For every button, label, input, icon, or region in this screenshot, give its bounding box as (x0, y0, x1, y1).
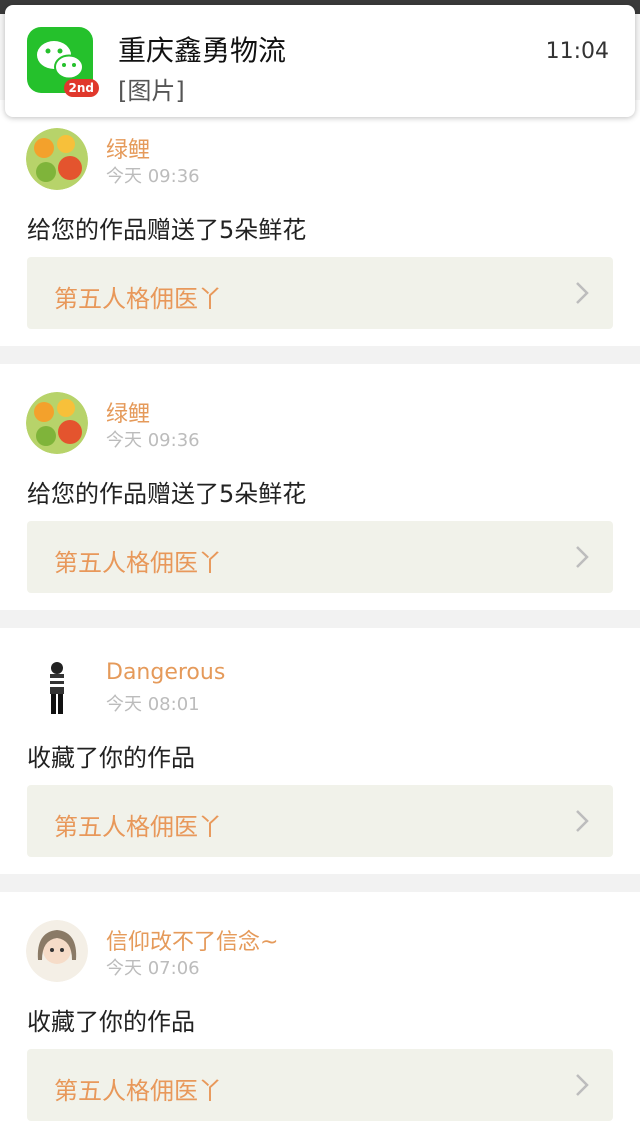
message-card: Dangerous 今天 08:01 收藏了你的作品 第五人格佣医丫 (0, 628, 640, 874)
message-card: 绿鲤 今天 09:36 给您的作品赠送了5朵鲜花 第五人格佣医丫 (0, 364, 640, 610)
timestamp: 今天 09:36 (106, 166, 200, 187)
timestamp: 今天 09:36 (106, 430, 200, 451)
action-text: 收藏了你的作品 (27, 1008, 195, 1036)
action-text: 给您的作品赠送了5朵鲜花 (27, 480, 307, 508)
work-title: 第五人格佣医丫 (54, 285, 222, 313)
wechat-app-icon: 2nd (27, 27, 99, 97)
work-link[interactable]: 第五人格佣医丫 (27, 521, 613, 593)
notification-banner[interactable]: 2nd 重庆鑫勇物流 [图片] 11:04 (5, 5, 635, 117)
chevron-right-icon (576, 282, 589, 304)
work-title: 第五人格佣医丫 (54, 813, 222, 841)
timestamp: 今天 08:01 (106, 694, 200, 715)
chevron-right-icon (576, 1074, 589, 1096)
notification-title: 重庆鑫勇物流 (118, 34, 287, 67)
user-avatar[interactable] (26, 920, 88, 982)
user-avatar[interactable] (26, 128, 88, 190)
work-title: 第五人格佣医丫 (54, 549, 222, 577)
work-link[interactable]: 第五人格佣医丫 (27, 1049, 613, 1121)
badge-label: 2nd (63, 79, 99, 97)
action-text: 给您的作品赠送了5朵鲜花 (27, 216, 307, 244)
notification-time: 11:04 (545, 39, 609, 64)
notification-message: [图片] (118, 77, 185, 105)
work-link[interactable]: 第五人格佣医丫 (27, 785, 613, 857)
chevron-right-icon (576, 810, 589, 832)
username[interactable]: 信仰改不了信念~ (106, 924, 278, 956)
username[interactable]: Dangerous (106, 660, 225, 685)
username[interactable]: 绿鲤 (106, 396, 150, 428)
message-card: 绿鲤 今天 09:36 给您的作品赠送了5朵鲜花 第五人格佣医丫 (0, 100, 640, 346)
timestamp: 今天 07:06 (106, 958, 200, 979)
user-avatar[interactable] (26, 392, 88, 454)
work-link[interactable]: 第五人格佣医丫 (27, 257, 613, 329)
action-text: 收藏了你的作品 (27, 744, 195, 772)
message-card: 信仰改不了信念~ 今天 07:06 收藏了你的作品 第五人格佣医丫 (0, 892, 640, 1138)
work-title: 第五人格佣医丫 (54, 1077, 222, 1105)
username[interactable]: 绿鲤 (106, 132, 150, 164)
chevron-right-icon (576, 546, 589, 568)
user-avatar[interactable] (26, 656, 88, 718)
